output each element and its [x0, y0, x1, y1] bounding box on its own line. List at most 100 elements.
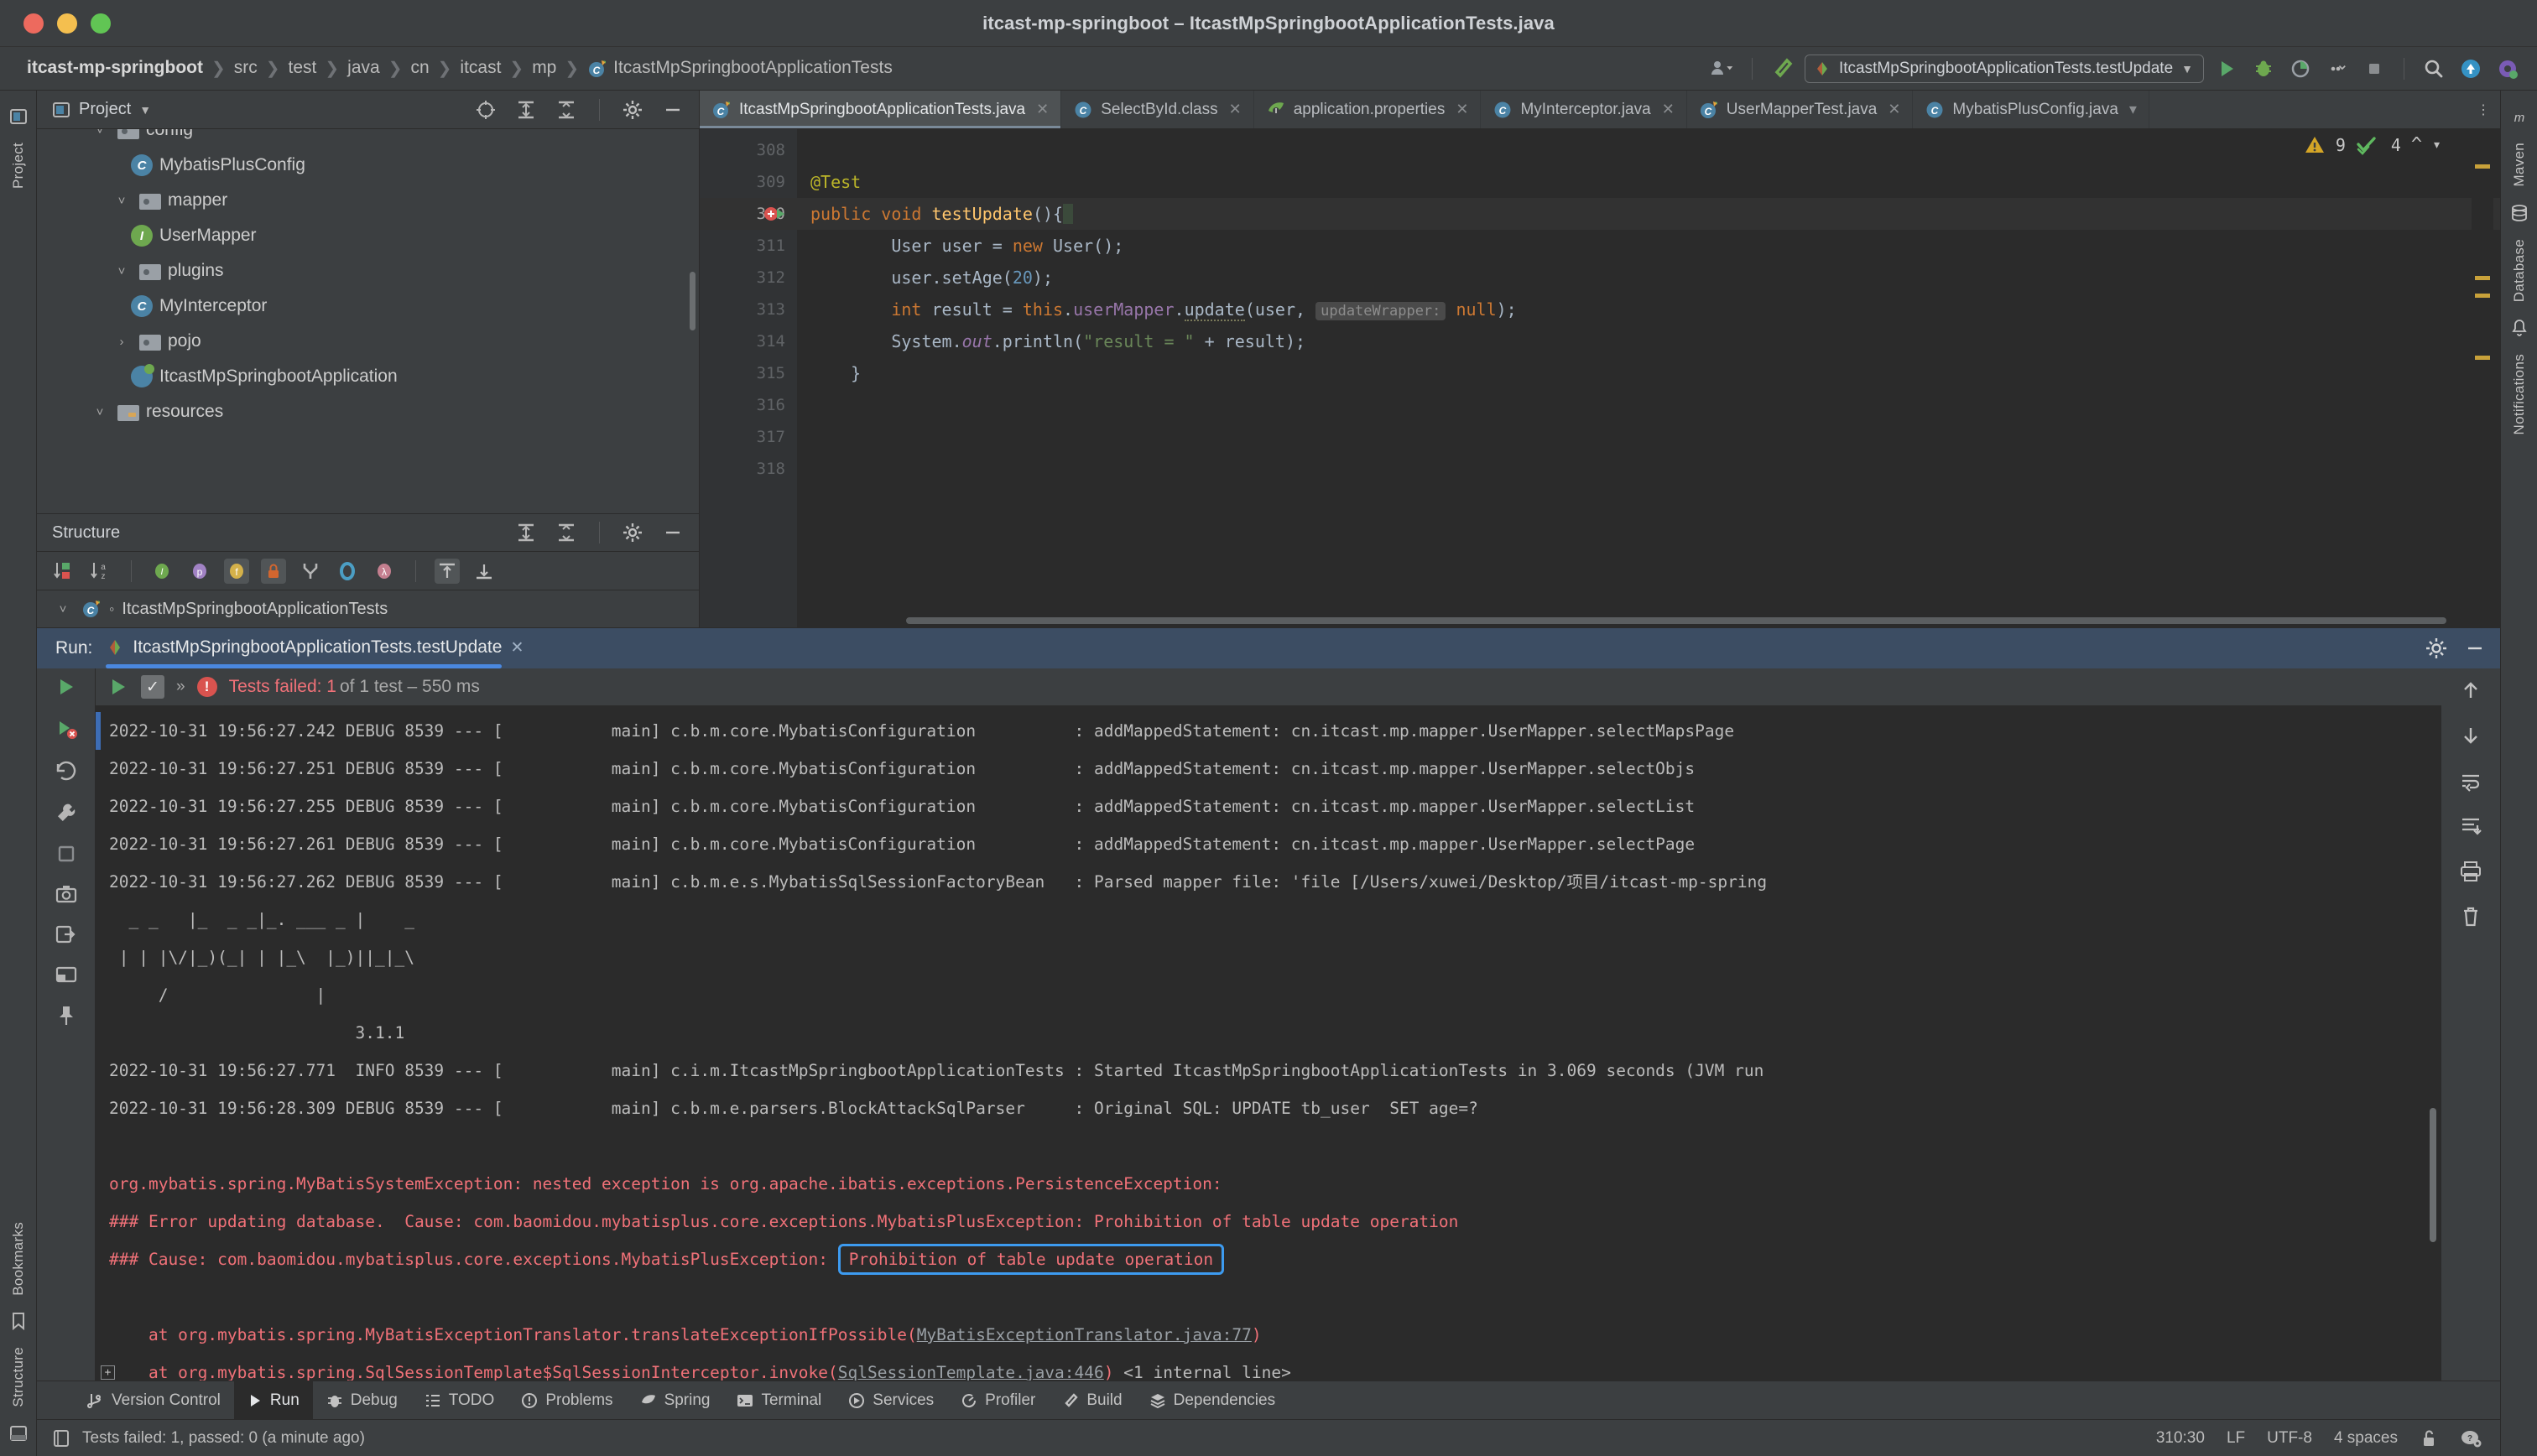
sort-alphabetically-icon[interactable]: az	[87, 559, 112, 584]
code-line-current[interactable]: public void testUpdate(){	[797, 198, 2500, 230]
chevron-down-icon[interactable]: ▼	[139, 103, 151, 117]
settings-wrench-icon[interactable]	[55, 801, 78, 824]
show-non-public-icon[interactable]	[261, 558, 286, 584]
code-line[interactable]: user.setAge(20);	[797, 262, 2500, 294]
twisty-down-icon[interactable]: ˅	[111, 264, 133, 278]
prev-problem-icon[interactable]: ^	[2411, 134, 2422, 155]
run-icon[interactable]	[2212, 55, 2241, 83]
project-tree[interactable]: ˅ config C MybatisPlusConfig ˅ mapper I …	[37, 129, 699, 513]
tree-item-plugins[interactable]: ˅ plugins	[37, 253, 699, 289]
close-icon[interactable]: ✕	[1229, 101, 1242, 118]
tree-item-mybatisplusconfig[interactable]: C MybatisPlusConfig	[37, 148, 699, 183]
maven-icon[interactable]: m	[2511, 109, 2528, 126]
database-icon[interactable]	[2510, 204, 2529, 222]
minimize-window-button[interactable]	[57, 13, 77, 34]
run-with-coverage-icon[interactable]	[2286, 55, 2315, 83]
ide-help-icon[interactable]: ?	[2460, 1428, 2482, 1448]
hide-panel-icon[interactable]	[2463, 637, 2487, 660]
next-problem-icon[interactable]: ▾	[2432, 136, 2441, 153]
sidebar-item-structure[interactable]: Structure	[10, 1339, 27, 1416]
run-test-gutter-icon[interactable]	[763, 205, 789, 225]
code-line[interactable]: @Test	[797, 166, 2500, 198]
sort-by-visibility-icon[interactable]	[50, 559, 76, 584]
tool-window-todo[interactable]: TODO	[411, 1381, 508, 1419]
maximize-window-button[interactable]	[91, 13, 111, 34]
code-line[interactable]	[797, 389, 2500, 421]
toggle-auto-test-icon[interactable]	[55, 759, 78, 783]
structure-root-node[interactable]: ˅ C ◦ ItcastMpSpringbootApplicationTests	[37, 590, 699, 627]
soft-wrap-icon[interactable]	[2459, 769, 2482, 793]
updates-icon[interactable]	[2456, 55, 2485, 83]
tab-usermappertest[interactable]: C UserMapperTest.java ✕	[1687, 91, 1914, 128]
tree-item-mapper[interactable]: ˅ mapper	[37, 183, 699, 218]
tool-window-run[interactable]: Run	[233, 1381, 313, 1419]
close-icon[interactable]: ✕	[1036, 101, 1049, 118]
twisty-down-icon[interactable]: ˅	[89, 129, 111, 138]
tab-myinterceptor[interactable]: C MyInterceptor.java ✕	[1481, 91, 1687, 128]
editor-marker-track[interactable]	[2472, 129, 2493, 627]
structure-tool-icon[interactable]	[9, 1424, 28, 1443]
locate-icon[interactable]	[471, 96, 500, 124]
code-line[interactable]: }	[797, 357, 2500, 389]
collapse-all-icon[interactable]	[552, 518, 581, 547]
breadcrumb-item-src[interactable]: src	[229, 56, 263, 80]
user-dropdown-icon[interactable]	[1708, 55, 1737, 83]
sidebar-item-project[interactable]: Project	[10, 134, 27, 197]
breadcrumb-item-mp[interactable]: mp	[527, 56, 561, 80]
tool-window-problems[interactable]: Problems	[508, 1381, 626, 1419]
project-tree-scrollbar[interactable]	[690, 272, 695, 330]
tree-item-pojo[interactable]: › pojo	[37, 324, 699, 359]
code-line[interactable]	[797, 134, 2500, 166]
settings-gear-icon[interactable]	[618, 96, 647, 124]
event-log-icon[interactable]	[52, 1428, 70, 1448]
tree-item-itcastmpspringbootapplication[interactable]: ItcastMpSpringbootApplication	[37, 359, 699, 394]
show-inherited-icon[interactable]: I	[150, 559, 175, 584]
breadcrumb-item-project[interactable]: itcast-mp-springboot	[22, 56, 208, 80]
close-icon[interactable]: ✕	[1662, 101, 1675, 118]
sidebar-item-maven[interactable]: Maven	[2511, 134, 2528, 195]
stacktrace-file-link[interactable]: MyBatisExceptionTranslator.java:77	[917, 1325, 1252, 1344]
chevron-down-icon[interactable]: ▼	[2181, 62, 2193, 75]
twisty-right-icon[interactable]: ›	[111, 335, 133, 349]
breadcrumb-item-itcast[interactable]: itcast	[455, 56, 506, 80]
sidebar-item-database[interactable]: Database	[2511, 231, 2528, 310]
trash-icon[interactable]	[2460, 905, 2482, 928]
scroll-down-icon[interactable]	[2459, 724, 2482, 747]
code-line[interactable]: System.out.println("result = " + result)…	[797, 325, 2500, 357]
chevron-down-icon[interactable]: ▾	[2129, 101, 2137, 118]
hide-panel-icon[interactable]	[659, 96, 687, 124]
show-lambdas-icon[interactable]: λ	[372, 559, 397, 584]
tool-window-debug[interactable]: Debug	[313, 1381, 411, 1419]
tool-window-spring[interactable]: Spring	[627, 1381, 724, 1419]
code-line[interactable]	[797, 453, 2500, 485]
settings-gear-icon[interactable]	[2425, 637, 2448, 660]
settings-gear-icon[interactable]	[618, 518, 647, 547]
console-output[interactable]: 2022-10-31 19:56:27.242 DEBUG 8539 --- […	[96, 705, 2441, 1381]
show-fields-icon[interactable]: f	[224, 558, 249, 584]
rerun-failed-tests-icon[interactable]	[55, 717, 78, 741]
code-content[interactable]: @Test public void testUpdate(){ User use…	[797, 129, 2500, 627]
scroll-up-icon[interactable]	[2459, 679, 2482, 702]
expand-all-icon[interactable]	[435, 558, 460, 584]
twisty-down-icon[interactable]: ˅	[89, 405, 111, 419]
build-hammer-icon[interactable]	[1768, 55, 1796, 83]
project-tool-icon[interactable]	[9, 107, 28, 126]
notifications-icon[interactable]	[2511, 319, 2528, 337]
breadcrumb-item-cn[interactable]: cn	[405, 56, 434, 80]
more-vertical-icon[interactable]: ⋮	[2477, 101, 2490, 118]
group-by-icon[interactable]	[298, 559, 323, 584]
tool-window-version-control[interactable]: Version Control	[74, 1381, 234, 1419]
expand-all-icon[interactable]	[512, 96, 540, 124]
close-icon[interactable]: ✕	[1888, 101, 1900, 118]
code-line[interactable]: User user = new User();	[797, 230, 2500, 262]
editor-horizontal-scrollbar[interactable]	[906, 617, 2446, 624]
close-icon[interactable]: ✕	[1456, 101, 1468, 118]
show-properties-icon[interactable]: p	[187, 559, 212, 584]
tree-item-config[interactable]: ˅ config	[37, 129, 699, 148]
collapse-all-icon[interactable]	[552, 96, 581, 124]
sidebar-item-notifications[interactable]: Notifications	[2511, 346, 2528, 444]
print-icon[interactable]	[2459, 860, 2482, 883]
stop-icon[interactable]	[55, 843, 77, 865]
tree-item-resources[interactable]: ˅ resources	[37, 394, 699, 429]
breadcrumb-item-class[interactable]: C ItcastMpSpringbootApplicationTests	[582, 56, 898, 80]
